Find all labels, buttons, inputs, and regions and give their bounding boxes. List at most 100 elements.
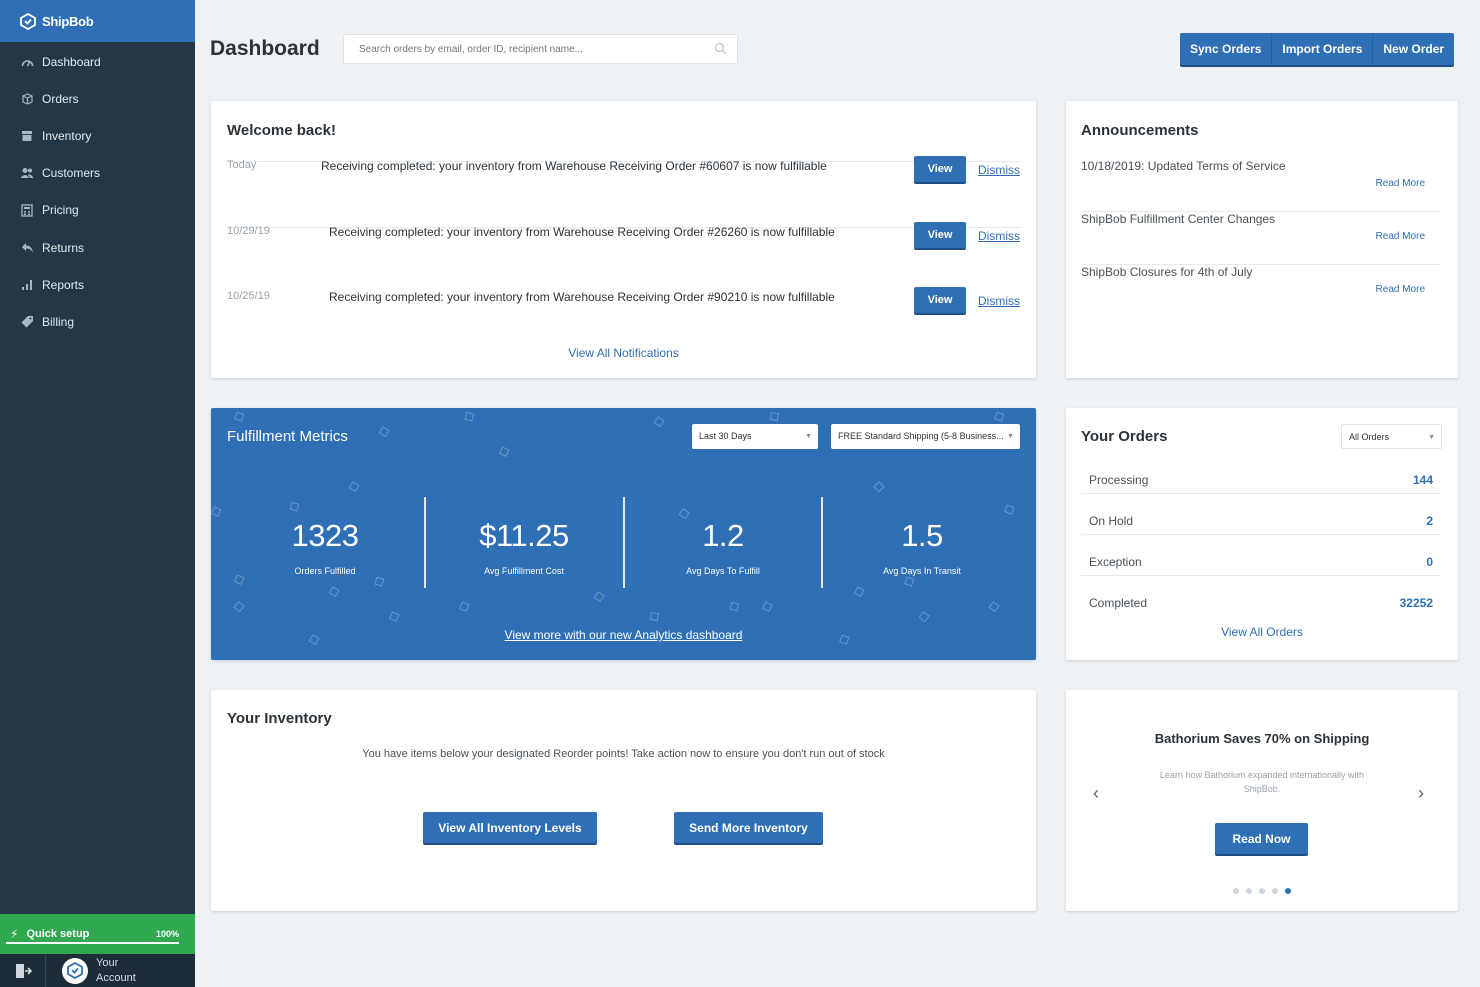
order-status-row[interactable]: On Hold 2	[1081, 494, 1441, 535]
stat-label: Avg Days In Transit	[883, 566, 961, 576]
search-icon[interactable]	[714, 42, 727, 55]
period-select-value: Last 30 Days	[699, 431, 752, 441]
sidebar-item-label: Dashboard	[42, 54, 101, 69]
announcement-item: ShipBob Fulfillment Center Changes Read …	[1081, 212, 1441, 265]
sidebar-item-customers[interactable]: Customers	[0, 155, 195, 192]
quick-setup-label: Quick setup	[26, 928, 90, 940]
sidebar-item-orders[interactable]: Orders	[0, 80, 195, 117]
send-more-inventory-button[interactable]: Send More Inventory	[674, 812, 823, 843]
page-title: Dashboard	[210, 37, 320, 60]
inventory-icon	[20, 129, 34, 143]
notification-row: 10/29/19 Receiving completed: your inven…	[227, 163, 1021, 248]
box-icon	[20, 92, 34, 106]
logout-button[interactable]	[0, 954, 46, 987]
stat-value: $11.25	[479, 518, 569, 553]
read-more-link[interactable]: Read More	[1376, 284, 1425, 295]
carousel-subtitle: Learn how Bathorium expanded internation…	[1159, 770, 1365, 794]
order-status-label: Completed	[1089, 596, 1148, 610]
your-inventory-card: Your Inventory You have items below your…	[211, 690, 1036, 911]
notification-date: 10/25/19	[227, 290, 270, 302]
sidebar-item-label: Reports	[42, 277, 85, 292]
lightning-icon: ⚡	[10, 927, 19, 941]
announcement-item: ShipBob Closures for 4th of July Read Mo…	[1081, 265, 1441, 318]
sidebar-item-label: Inventory	[42, 128, 92, 143]
announcement-text: ShipBob Fulfillment Center Changes	[1081, 212, 1276, 226]
account-bar: Your Account	[0, 954, 195, 987]
sidebar-item-label: Billing	[42, 314, 75, 329]
notification-row: Today Receiving completed: your inventor…	[227, 97, 1021, 182]
case-study-carousel: Bathorium Saves 70% on Shipping Learn ho…	[1066, 690, 1458, 911]
order-status-row[interactable]: Exception 0	[1081, 535, 1441, 576]
quick-setup-progress-fill	[6, 942, 179, 944]
users-icon	[20, 166, 34, 180]
sync-orders-button[interactable]: Sync Orders	[1180, 33, 1273, 65]
import-orders-button[interactable]: Import Orders	[1272, 33, 1374, 65]
chevron-down-icon: ▼	[1428, 434, 1435, 441]
dismiss-notification-link[interactable]: Dismiss	[978, 294, 1020, 308]
chevron-right-icon[interactable]: ›	[1418, 783, 1424, 804]
carousel-pagination	[1066, 888, 1458, 894]
sidebar-item-inventory[interactable]: Inventory	[0, 117, 195, 154]
read-more-link[interactable]: Read More	[1376, 231, 1425, 242]
calculator-icon	[20, 203, 34, 217]
stat-avg-days-to-fulfill: 1.2 Avg Days To Fulfill	[624, 518, 822, 576]
announcements-title: Announcements	[1081, 122, 1199, 139]
brand-logo[interactable]: ShipBob	[0, 0, 195, 42]
carousel-dot[interactable]	[1285, 888, 1291, 894]
notification-message: Receiving completed: your inventory from…	[329, 290, 835, 304]
quick-setup-progress-bar	[6, 942, 179, 944]
stat-label: Avg Days To Fulfill	[686, 566, 760, 576]
search-input[interactable]	[344, 35, 694, 63]
avatar[interactable]	[62, 957, 88, 984]
read-more-link[interactable]: Read More	[1376, 178, 1425, 189]
carousel-dot[interactable]	[1233, 888, 1239, 894]
order-status-row[interactable]: Processing 144	[1081, 453, 1441, 494]
sidebar: ShipBob Dashboard Orders Inventory Custo…	[0, 0, 195, 987]
stat-orders-fulfilled: 1323 Orders Fulfilled	[226, 518, 424, 576]
orders-filter-select[interactable]: All Orders ▼	[1341, 424, 1442, 449]
order-status-count: 32252	[1399, 596, 1433, 610]
carousel-dot[interactable]	[1272, 888, 1278, 894]
sidebar-item-label: Customers	[42, 166, 101, 181]
carousel-title: Bathorium Saves 70% on Shipping	[1154, 731, 1370, 746]
metrics-title: Fulfillment Metrics	[227, 428, 348, 445]
shipping-select[interactable]: FREE Standard Shipping (5-8 Business... …	[831, 424, 1020, 449]
sidebar-nav: Dashboard Orders Inventory Customers Pri…	[0, 43, 195, 341]
sidebar-item-returns[interactable]: Returns	[0, 229, 195, 266]
read-now-button[interactable]: Read Now	[1215, 823, 1308, 854]
tag-icon	[20, 315, 34, 329]
carousel-dot[interactable]	[1246, 888, 1252, 894]
announcement-text: ShipBob Closures for 4th of July	[1081, 265, 1253, 279]
account-link[interactable]: Your Account	[96, 956, 140, 986]
view-all-notifications-link[interactable]: View All Notifications	[211, 346, 1036, 360]
stat-label: Avg Fulfillment Cost	[484, 566, 564, 576]
chevron-down-icon: ▼	[1007, 433, 1014, 440]
announcement-item: 10/18/2019: Updated Terms of Service Rea…	[1081, 159, 1441, 212]
chevron-left-icon[interactable]: ‹	[1093, 783, 1099, 804]
sidebar-item-billing[interactable]: Billing	[0, 303, 195, 340]
reorder-warning: You have items below your designated Reo…	[362, 748, 885, 760]
period-select[interactable]: Last 30 Days ▼	[692, 424, 818, 449]
order-status-row[interactable]: Completed 32252	[1081, 576, 1441, 617]
notification-row: 10/25/19 Receiving completed: your inven…	[227, 228, 1021, 313]
order-status-count: 0	[1426, 555, 1433, 569]
view-inventory-levels-button[interactable]: View All Inventory Levels	[423, 812, 597, 843]
sidebar-item-label: Returns	[42, 240, 85, 255]
view-all-orders-link[interactable]: View All Orders	[1066, 625, 1458, 639]
carousel-dot[interactable]	[1259, 888, 1265, 894]
sidebar-item-label: Pricing	[42, 203, 79, 218]
header-actions: Sync Orders Import Orders New Order	[1180, 33, 1455, 65]
brand-name: ShipBob	[42, 13, 94, 29]
stat-value: 1323	[291, 518, 359, 553]
quick-setup[interactable]: ⚡ Quick setup 100%	[0, 914, 195, 954]
new-order-button[interactable]: New Order	[1373, 33, 1454, 65]
shipbob-logo-icon	[20, 12, 36, 30]
view-notification-button[interactable]: View	[914, 287, 966, 313]
stat-avg-days-in-transit: 1.5 Avg Days In Transit	[823, 518, 1021, 576]
analytics-dashboard-link[interactable]: View more with our new Analytics dashboa…	[211, 628, 1036, 642]
sidebar-item-pricing[interactable]: Pricing	[0, 192, 195, 229]
stat-label: Orders Fulfilled	[294, 566, 356, 576]
sidebar-item-reports[interactable]: Reports	[0, 266, 195, 303]
sidebar-item-dashboard[interactable]: Dashboard	[0, 43, 195, 80]
order-status-label: Processing	[1089, 473, 1149, 487]
